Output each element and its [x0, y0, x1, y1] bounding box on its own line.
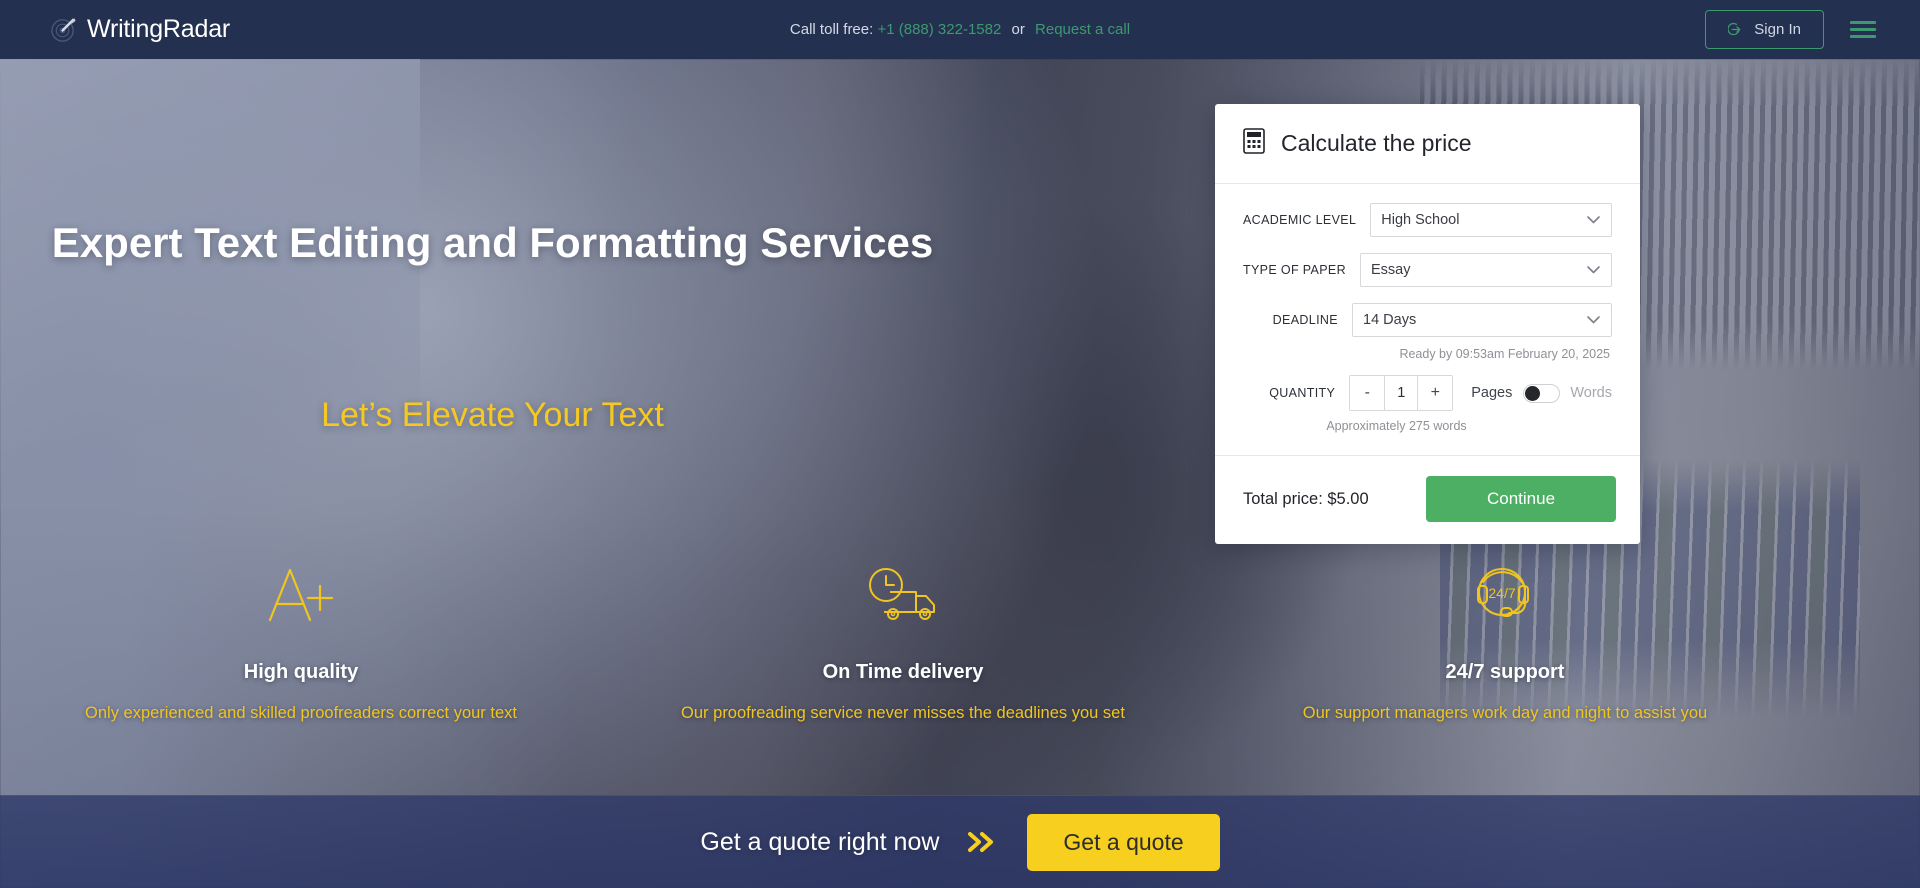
type-of-paper-label: TYPE OF PAPER — [1243, 263, 1346, 277]
price-calculator-panel: Calculate the price ACADEMIC LEVEL High … — [1215, 104, 1640, 544]
bottom-cta-bar: Get a quote right now Get a quote — [0, 795, 1920, 888]
quantity-stepper: - 1 + Pages Words — [1349, 375, 1612, 411]
sign-in-arrow-icon — [1728, 21, 1745, 38]
academic-level-row: ACADEMIC LEVEL High School — [1243, 203, 1612, 237]
chevron-down-icon — [1587, 312, 1600, 328]
feature-title: 24/7 support — [1445, 661, 1565, 683]
quantity-row: QUANTITY - 1 + Pages Words — [1243, 375, 1612, 411]
feature-item-high-quality: High quality Only experienced and skille… — [0, 554, 602, 726]
continue-button[interactable]: Continue — [1426, 476, 1616, 522]
site-header: WritingRadar Call toll free: +1 (888) 32… — [0, 0, 1920, 59]
deadline-value: 14 Days — [1363, 312, 1417, 328]
hamburger-menu-icon[interactable] — [1850, 17, 1876, 42]
pages-words-toggle[interactable] — [1523, 383, 1561, 403]
academic-level-value: High School — [1381, 212, 1460, 228]
chevron-down-icon — [1587, 262, 1600, 278]
request-a-call-link[interactable]: Request a call — [1035, 21, 1130, 38]
feature-item-support: 24/7 24/7 support Our support managers w… — [1204, 554, 1806, 726]
academic-level-select[interactable]: High School — [1370, 203, 1612, 237]
feature-title: High quality — [243, 661, 359, 683]
feature-title: On Time delivery — [822, 661, 984, 683]
sign-in-button[interactable]: Sign In — [1705, 10, 1824, 49]
feature-item-on-time-delivery: On Time delivery Our proofreading servic… — [602, 554, 1204, 726]
hero-heading: Expert Text Editing and Formatting Servi… — [51, 219, 934, 266]
call-toll-free-label: Call toll free: — [789, 21, 874, 38]
toggle-knob — [1525, 385, 1541, 401]
brand-name: WritingRadar — [87, 15, 231, 43]
unit-words-label: Words — [1570, 385, 1612, 401]
calculator-header: Calculate the price — [1215, 104, 1640, 184]
calculator-body: ACADEMIC LEVEL High School TYPE OF PAPER… — [1215, 184, 1640, 455]
a-plus-grade-icon — [0, 554, 602, 636]
svg-text:24/7: 24/7 — [1488, 585, 1515, 601]
header-actions: Sign In — [1705, 10, 1876, 49]
phone-link[interactable]: +1 (888) 322-1582 — [877, 21, 1001, 38]
quantity-value[interactable]: 1 — [1384, 376, 1419, 410]
delivery-truck-clock-icon — [602, 554, 1204, 636]
or-label: or — [1011, 21, 1025, 38]
quantity-decrement-button[interactable]: - — [1350, 376, 1385, 410]
get-a-quote-button[interactable]: Get a quote — [1027, 813, 1220, 871]
headset-24-7-icon: 24/7 — [1204, 554, 1806, 636]
calculator-icon — [1243, 128, 1265, 159]
academic-level-label: ACADEMIC LEVEL — [1243, 213, 1357, 227]
calculator-footer: Total price: $5.00 Continue — [1215, 455, 1640, 544]
ready-by-note: Ready by 09:53am February 20, 2025 — [1399, 347, 1610, 361]
quantity-increment-button[interactable]: + — [1418, 376, 1453, 410]
feature-list: High quality Only experienced and skille… — [0, 554, 1806, 726]
sign-in-label: Sign In — [1754, 21, 1801, 38]
cta-text: Get a quote right now — [700, 827, 940, 856]
double-chevron-right-icon — [965, 829, 999, 855]
chevron-down-icon — [1587, 212, 1600, 228]
approximate-words-note: Approximately 275 words — [1326, 419, 1467, 433]
type-of-paper-row: TYPE OF PAPER Essay — [1243, 253, 1612, 287]
radar-pen-icon — [50, 16, 77, 43]
deadline-row: DEADLINE 14 Days — [1243, 303, 1612, 337]
header-contact: Call toll free: +1 (888) 322-1582 or Req… — [0, 21, 1920, 38]
unit-pages-label: Pages — [1471, 385, 1513, 401]
type-of-paper-value: Essay — [1370, 262, 1411, 278]
total-price: Total price: $5.00 — [1243, 489, 1369, 508]
deadline-label: DEADLINE — [1272, 313, 1338, 327]
type-of-paper-select[interactable]: Essay — [1359, 253, 1612, 287]
brand-logo-link[interactable]: WritingRadar — [50, 16, 230, 43]
feature-description: Our support managers work day and night … — [1302, 704, 1708, 722]
calculator-title: Calculate the price — [1281, 130, 1472, 156]
feature-description: Our proofreading service never misses th… — [681, 704, 1125, 722]
deadline-select[interactable]: 14 Days — [1352, 303, 1612, 337]
feature-description: Only experienced and skilled proofreader… — [85, 704, 517, 722]
hero-subheading: Let’s Elevate Your Text — [321, 396, 664, 434]
quantity-box: - 1 + — [1349, 375, 1454, 411]
quantity-label: QUANTITY — [1269, 386, 1336, 400]
